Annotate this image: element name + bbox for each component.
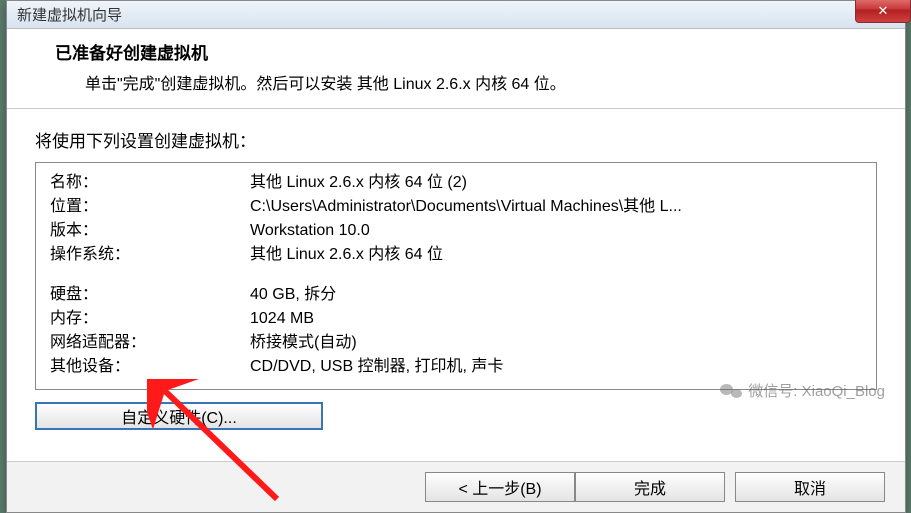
label-location: 位置：: [50, 195, 250, 219]
summary-row-network: 网络适配器： 桥接模式(自动): [50, 331, 862, 355]
finish-button[interactable]: 完成: [575, 472, 725, 502]
label-memory: 内存：: [50, 307, 250, 331]
value-version: Workstation 10.0: [250, 219, 862, 243]
summary-box: 名称： 其他 Linux 2.6.x 内核 64 位 (2) 位置： C:\Us…: [35, 162, 877, 390]
header-title: 已准备好创建虚拟机: [37, 39, 875, 64]
button-bar: < 上一步(B) 完成 取消: [7, 461, 905, 512]
value-name: 其他 Linux 2.6.x 内核 64 位 (2): [250, 171, 862, 195]
cancel-button[interactable]: 取消: [735, 472, 885, 502]
value-other: CD/DVD, USB 控制器, 打印机, 声卡: [250, 355, 862, 379]
value-os: 其他 Linux 2.6.x 内核 64 位: [250, 243, 862, 267]
label-network: 网络适配器：: [50, 331, 250, 355]
summary-row-location: 位置： C:\Users\Administrator\Documents\Vir…: [50, 195, 862, 219]
value-location: C:\Users\Administrator\Documents\Virtual…: [250, 195, 862, 219]
window-title: 新建虚拟机向导: [11, 4, 122, 25]
value-memory: 1024 MB: [250, 307, 862, 331]
summary-row-disk: 硬盘： 40 GB, 拆分: [50, 283, 862, 307]
summary-row-name: 名称： 其他 Linux 2.6.x 内核 64 位 (2): [50, 171, 862, 195]
back-button[interactable]: < 上一步(B): [425, 472, 575, 502]
summary-row-version: 版本： Workstation 10.0: [50, 219, 862, 243]
content-area: 将使用下列设置创建虚拟机： 名称： 其他 Linux 2.6.x 内核 64 位…: [7, 109, 905, 461]
value-network: 桥接模式(自动): [250, 331, 862, 355]
label-disk: 硬盘：: [50, 283, 250, 307]
header-block: 已准备好创建虚拟机 单击"完成"创建虚拟机。然后可以安装 其他 Linux 2.…: [7, 29, 905, 109]
header-subtitle: 单击"完成"创建虚拟机。然后可以安装 其他 Linux 2.6.x 内核 64 …: [37, 70, 875, 94]
summary-row-os: 操作系统： 其他 Linux 2.6.x 内核 64 位: [50, 243, 862, 267]
customize-hardware-button[interactable]: 自定义硬件(C)...: [35, 402, 323, 430]
summary-row-other: 其他设备： CD/DVD, USB 控制器, 打印机, 声卡: [50, 355, 862, 379]
intro-text: 将使用下列设置创建虚拟机：: [35, 127, 877, 152]
value-disk: 40 GB, 拆分: [250, 283, 862, 307]
titlebar: 新建虚拟机向导 ✕: [7, 1, 905, 29]
label-other: 其他设备：: [50, 355, 250, 379]
wizard-window: 新建虚拟机向导 ✕ 已准备好创建虚拟机 单击"完成"创建虚拟机。然后可以安装 其…: [6, 0, 906, 513]
label-version: 版本：: [50, 219, 250, 243]
close-button[interactable]: ✕: [855, 0, 911, 23]
label-name: 名称：: [50, 171, 250, 195]
dialog-body: 已准备好创建虚拟机 单击"完成"创建虚拟机。然后可以安装 其他 Linux 2.…: [7, 29, 905, 512]
label-os: 操作系统：: [50, 243, 250, 267]
close-icon: ✕: [878, 3, 889, 19]
summary-row-memory: 内存： 1024 MB: [50, 307, 862, 331]
